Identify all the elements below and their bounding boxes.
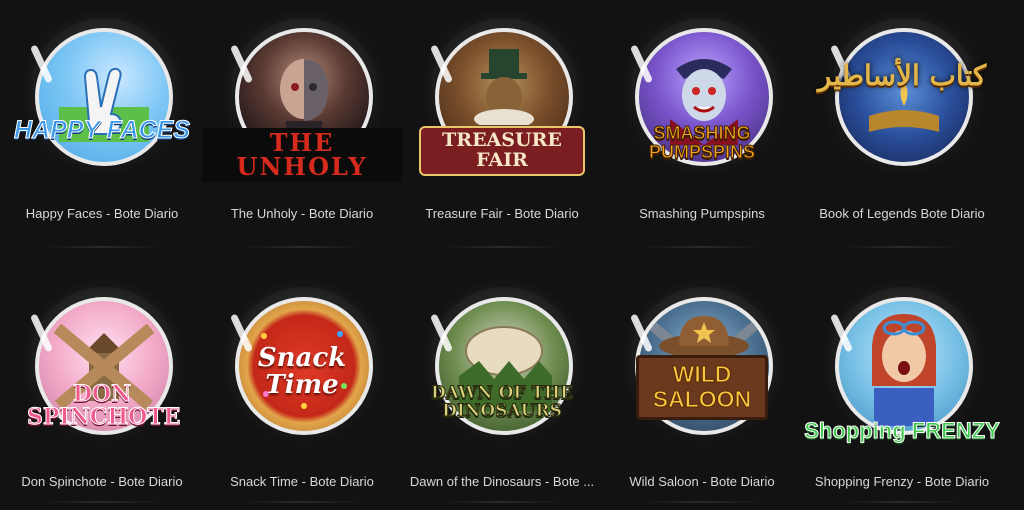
book-icon (869, 82, 939, 132)
divider (442, 246, 562, 248)
donut-icon (261, 331, 347, 409)
shopper-icon (872, 314, 936, 426)
game-tile-shopping-frenzy[interactable]: Shopping FRENZY Shopping Frenzy - Bote D… (802, 255, 1002, 510)
game-title[interactable]: Smashing Pumpspins (602, 206, 802, 221)
game-thumbnail[interactable] (235, 297, 373, 435)
egg-icon (459, 326, 552, 411)
divider (842, 501, 962, 503)
game-title[interactable]: Dawn of the Dinosaurs - Bote ... (402, 474, 602, 489)
game-thumbnail[interactable] (635, 28, 773, 166)
divider (242, 501, 362, 503)
game-tile-don-spinchote[interactable]: DON SPINCHOTE Don Spinchote - Bote Diari… (2, 255, 202, 510)
game-thumbnail[interactable] (435, 28, 573, 166)
game-tile-treasure-fair[interactable]: TREASURE FAIR Treasure Fair - Bote Diari… (402, 0, 602, 255)
game-title[interactable]: Snack Time - Bote Diario (202, 474, 402, 489)
game-thumbnail[interactable] (835, 297, 973, 435)
game-thumbnail[interactable] (35, 28, 173, 166)
game-thumbnail[interactable] (235, 28, 373, 166)
game-title[interactable]: Don Spinchote - Bote Diario (2, 474, 202, 489)
divider (642, 501, 762, 503)
divider (842, 246, 962, 248)
divider (42, 246, 162, 248)
game-title[interactable]: Treasure Fair - Bote Diario (402, 206, 602, 221)
game-tile-dawn-of-the-dinosaurs[interactable]: DAWN OF THE DINOSAURS Dawn of the Dinosa… (402, 255, 602, 510)
dracula-icon (670, 59, 738, 145)
game-tile-smashing-pumpspins[interactable]: SMASHING PUMPSPINS Smashing Pumpspins (602, 0, 802, 255)
peace-hand-icon (59, 67, 149, 142)
game-title[interactable]: Book of Legends Bote Diario (802, 206, 1002, 221)
game-title[interactable]: Happy Faces - Bote Diario (2, 206, 202, 221)
game-tile-the-unholy[interactable]: THE UNHOLY The Unholy - Bote Diario (202, 0, 402, 255)
game-tile-wild-saloon[interactable]: WILD SALOON Wild Saloon - Bote Diario (602, 255, 802, 510)
game-thumbnail[interactable] (835, 28, 973, 166)
divider (442, 501, 562, 503)
sheriff-hat-icon (639, 311, 769, 358)
vampire-face-icon (280, 59, 328, 145)
game-grid: HAPPY FACES Happy Faces - Bote Diario TH… (0, 0, 1024, 510)
game-tile-book-of-legends[interactable]: كتاب الأساطير Book of Legends Bote Diari… (802, 0, 1002, 255)
game-thumbnail[interactable] (635, 297, 773, 435)
game-title[interactable]: Shopping Frenzy - Bote Diario (802, 474, 1002, 489)
divider (242, 246, 362, 248)
game-title[interactable]: Wild Saloon - Bote Diario (602, 474, 802, 489)
game-tile-snack-time[interactable]: Snack Time Snack Time - Bote Diario (202, 255, 402, 510)
divider (42, 501, 162, 503)
showman-icon (474, 49, 534, 147)
game-thumbnail[interactable] (35, 297, 173, 435)
game-thumbnail[interactable] (435, 297, 573, 435)
divider (642, 246, 762, 248)
game-title[interactable]: The Unholy - Bote Diario (202, 206, 402, 221)
game-tile-happy-faces[interactable]: HAPPY FACES Happy Faces - Bote Diario (2, 0, 202, 255)
windmill-icon (53, 323, 155, 410)
